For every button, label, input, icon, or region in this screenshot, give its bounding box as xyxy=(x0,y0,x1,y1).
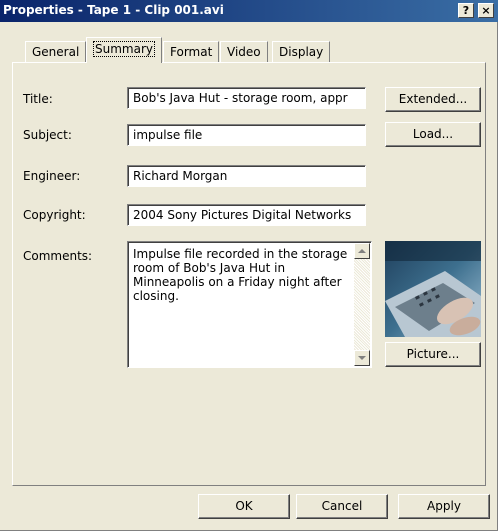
comments-text: Impulse file recorded in the storage roo… xyxy=(133,247,348,303)
tab-label: Display xyxy=(279,45,324,59)
extended-button[interactable]: Extended... xyxy=(385,87,481,112)
comments-label: Comments: xyxy=(23,249,93,263)
window-title: Properties - Tape 1 - Clip 001.avi xyxy=(3,3,224,17)
apply-button[interactable]: Apply xyxy=(398,494,490,519)
title-label: Title: xyxy=(23,92,53,106)
tab-summary[interactable]: Summary xyxy=(86,37,162,63)
engineer-label: Engineer: xyxy=(23,169,81,183)
tab-format[interactable]: Format xyxy=(163,41,220,62)
cancel-button[interactable]: Cancel xyxy=(296,494,388,519)
comments-scrollbar[interactable] xyxy=(354,243,370,366)
title-field[interactable]: Bob's Java Hut - storage room, appr xyxy=(127,87,366,109)
clip-picture xyxy=(385,241,481,337)
tab-label: General xyxy=(32,45,80,59)
arrow-down-icon[interactable] xyxy=(354,350,370,366)
tab-label: Summary xyxy=(93,41,155,57)
tab-general[interactable]: General xyxy=(25,41,87,62)
tab-label: Format xyxy=(170,45,213,59)
tab-display[interactable]: Display xyxy=(272,41,331,62)
subject-label: Subject: xyxy=(23,128,72,142)
tab-label: Video xyxy=(227,45,261,59)
engineer-field[interactable]: Richard Morgan xyxy=(127,165,366,187)
comments-field[interactable]: Impulse file recorded in the storage roo… xyxy=(127,241,372,368)
help-icon[interactable]: ? xyxy=(458,3,474,18)
tab-video[interactable]: Video xyxy=(220,41,268,62)
arrow-up-icon[interactable] xyxy=(354,243,370,259)
subject-field[interactable]: impulse file xyxy=(127,124,366,146)
title-bar[interactable]: Properties - Tape 1 - Clip 001.avi ? × xyxy=(0,0,498,22)
load-button[interactable]: Load... xyxy=(385,122,481,147)
close-icon[interactable]: × xyxy=(478,3,494,18)
copyright-field[interactable]: 2004 Sony Pictures Digital Networks xyxy=(127,204,366,226)
picture-button[interactable]: Picture... xyxy=(385,342,481,367)
ok-button[interactable]: OK xyxy=(198,494,290,519)
properties-dialog: Properties - Tape 1 - Clip 001.avi ? × G… xyxy=(0,0,498,531)
copyright-label: Copyright: xyxy=(23,208,86,222)
